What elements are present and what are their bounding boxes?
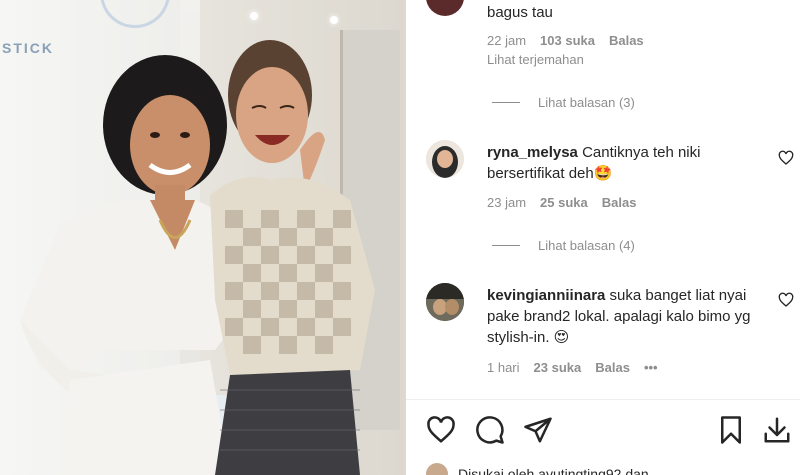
ceiling-light — [330, 16, 338, 24]
download-icon[interactable] — [762, 415, 792, 445]
comment-text: kevingianniinara suka banget liat nyai p… — [487, 285, 767, 348]
reply-button[interactable]: Balas — [609, 33, 644, 48]
comment-time[interactable]: 23 jam — [487, 195, 526, 210]
like-comment-heart-icon[interactable] — [778, 150, 794, 166]
comment-meta: 23 jam 25 suka Balas — [487, 195, 650, 210]
view-replies-label: Lihat balasan (3) — [538, 95, 635, 110]
comment-likes[interactable]: 103 suka — [540, 33, 595, 48]
see-translation-link[interactable]: Lihat terjemahan — [487, 52, 584, 67]
view-replies-button[interactable]: Lihat balasan (3) — [492, 95, 635, 110]
person-right — [210, 40, 375, 475]
comment-username[interactable]: kevingianniinara — [487, 287, 605, 304]
avatar[interactable] — [426, 140, 464, 178]
replies-line — [492, 102, 520, 103]
reply-button[interactable]: Balas — [602, 195, 637, 210]
comment-text: ryna_melysa Cantiknya teh niki bersertif… — [487, 142, 767, 184]
like-comment-heart-icon[interactable] — [778, 292, 794, 308]
post-photo[interactable]: STICK — [0, 0, 405, 475]
comment-time[interactable]: 1 hari — [487, 360, 520, 375]
heart-icon[interactable] — [426, 415, 456, 445]
more-options-icon[interactable]: ••• — [644, 360, 658, 375]
avatar[interactable] — [426, 0, 464, 16]
view-replies-button[interactable]: Lihat balasan (4) — [492, 238, 635, 253]
comment-time[interactable]: 22 jam — [487, 33, 526, 48]
avatar[interactable] — [426, 283, 464, 321]
bookmark-icon[interactable] — [716, 415, 746, 445]
avatar-image — [426, 140, 464, 178]
avatar-image — [426, 283, 464, 321]
replies-line — [492, 245, 520, 246]
reply-button[interactable]: Balas — [595, 360, 630, 375]
comment-username[interactable]: ryna_melysa — [487, 144, 578, 161]
ceiling-light — [250, 12, 258, 20]
liked-by-text: Disukai oleh ayutingting92 dan — [458, 466, 649, 475]
actions-divider — [406, 399, 800, 400]
share-icon[interactable] — [523, 415, 553, 445]
comment-likes[interactable]: 25 suka — [540, 195, 588, 210]
liked-by-row[interactable]: Disukai oleh ayutingting92 dan — [426, 463, 649, 475]
view-replies-label: Lihat balasan (4) — [538, 238, 635, 253]
comments-panel: bagus tau 22 jam 103 suka Balas Lihat te… — [406, 0, 800, 475]
comment-meta: 22 jam 103 suka Balas — [487, 33, 658, 48]
comment-text: bagus tau — [487, 4, 553, 21]
comment-icon[interactable] — [475, 415, 505, 445]
comment-meta: 1 hari 23 suka Balas ••• — [487, 360, 672, 375]
liker-avatar — [426, 463, 448, 475]
comment-likes[interactable]: 23 suka — [534, 360, 582, 375]
